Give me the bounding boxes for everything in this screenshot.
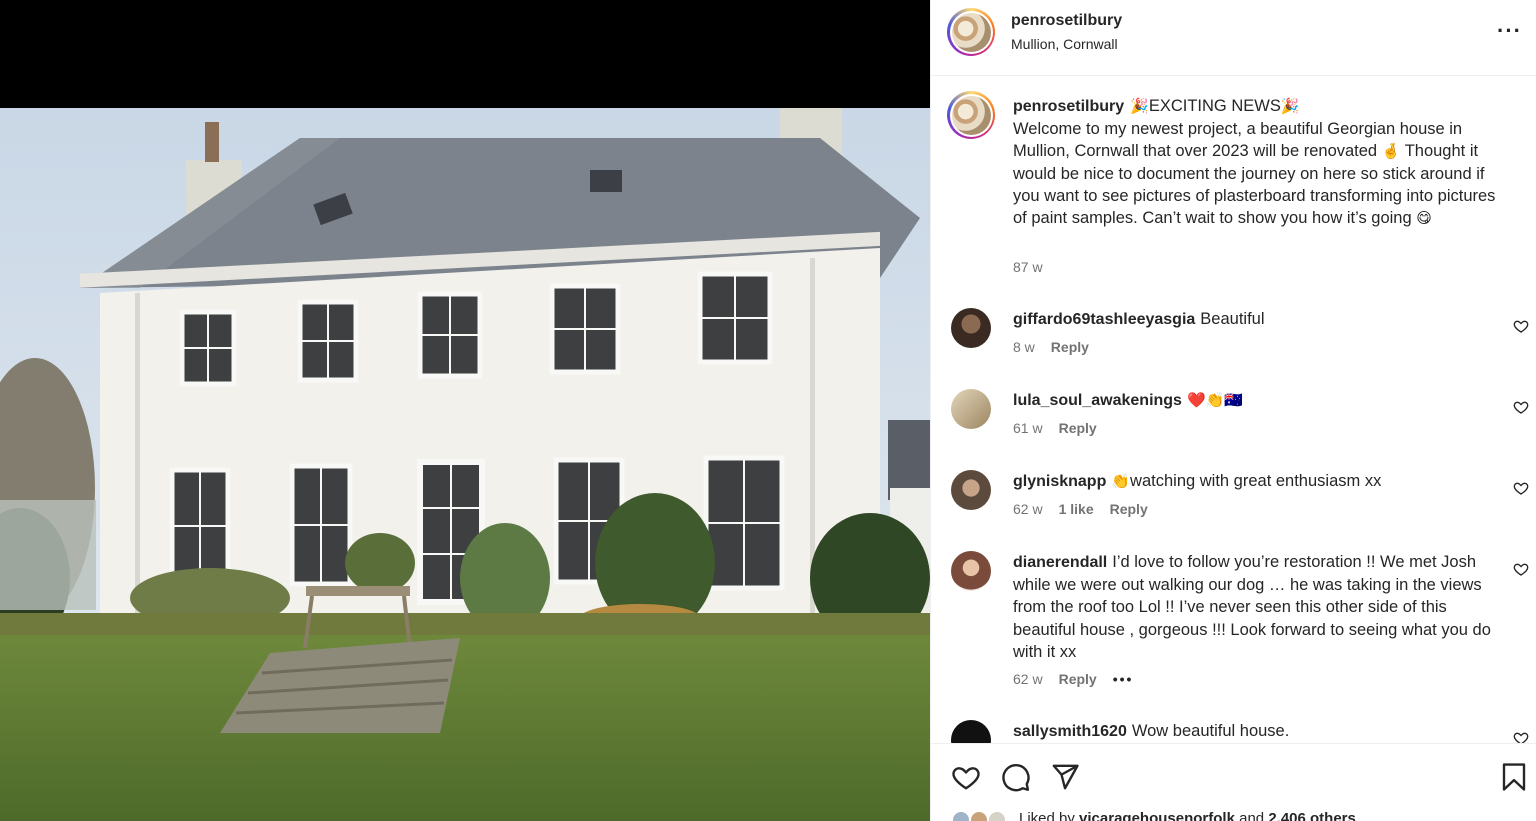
commenter-username[interactable]: dianerendall	[1013, 554, 1107, 571]
comment-item: lula_soul_awakenings ❤️👏🇦🇺 61 w Reply	[931, 389, 1536, 449]
comment-meta: 62 w 1 like Reply	[1013, 501, 1148, 517]
heart-icon[interactable]	[1513, 480, 1529, 496]
comment-meta: 61 w Reply	[1013, 420, 1097, 436]
comment-meta: 62 w Reply •••	[1013, 671, 1133, 687]
likes-middle: and	[1239, 810, 1265, 821]
caption-username[interactable]: penrosetilbury	[1013, 98, 1124, 115]
heart-icon[interactable]	[1513, 730, 1529, 743]
comment-body: watching with great enthusiasm xx	[1130, 472, 1382, 490]
post-detail-panel: penrosetilbury Mullion, Cornwall ··· pen…	[930, 0, 1536, 821]
more-options-icon[interactable]: ···	[1497, 20, 1521, 42]
commenter-username[interactable]: sallysmith1620	[1013, 723, 1127, 740]
comment-item: sallysmith1620 Wow beautiful house.	[931, 720, 1536, 743]
post-media[interactable]	[0, 0, 930, 821]
post-actions-bar: Liked by vicaragehousenorfolk and 2,406 …	[931, 743, 1536, 821]
heart-icon[interactable]	[951, 762, 981, 792]
yum-emoji: 😋	[1416, 209, 1432, 228]
comments-section[interactable]: penrosetilbury 🎉EXCITING NEWS🎉 Welcome to…	[931, 77, 1536, 743]
commenter-avatar[interactable]	[951, 308, 991, 348]
clap-emoji: 👏	[1111, 472, 1131, 490]
caption-title: EXCITING NEWS	[1148, 97, 1281, 115]
bookmark-icon[interactable]	[1499, 762, 1529, 792]
comment-body: Wow beautiful house.	[1131, 722, 1290, 740]
comment-body: Beautiful	[1200, 310, 1265, 328]
commenter-avatar[interactable]	[951, 551, 991, 591]
reply-button[interactable]: Reply	[1110, 501, 1148, 517]
comment-likes[interactable]: 1 like	[1059, 501, 1094, 517]
author-username[interactable]: penrosetilbury	[1011, 12, 1122, 30]
heart-icon[interactable]	[1513, 561, 1529, 577]
comment-options-icon[interactable]: •••	[1113, 671, 1134, 687]
post-header: penrosetilbury Mullion, Cornwall ···	[931, 0, 1536, 76]
post-location[interactable]: Mullion, Cornwall	[1011, 36, 1118, 52]
comment-item: dianerendall I’d love to follow you’re re…	[931, 551, 1536, 691]
commenter-avatar[interactable]	[951, 720, 991, 743]
caption-time: 87 w	[1013, 259, 1043, 275]
heart-clap-flag-emoji: ❤️👏🇦🇺	[1186, 391, 1243, 409]
comment-time: 8 w	[1013, 339, 1035, 355]
comment-text: lula_soul_awakenings ❤️👏🇦🇺	[1013, 389, 1503, 412]
caption-author-avatar[interactable]	[947, 91, 995, 139]
comment-time: 61 w	[1013, 420, 1043, 436]
reply-button[interactable]: Reply	[1059, 420, 1097, 436]
comment-text: dianerendall I’d love to follow you’re re…	[1013, 551, 1503, 663]
reply-button[interactable]: Reply	[1059, 671, 1097, 687]
comment-time: 62 w	[1013, 501, 1043, 517]
likes-summary[interactable]: Liked by vicaragehousenorfolk and 2,406 …	[951, 810, 1531, 821]
comment-meta: 8 w Reply	[1013, 339, 1089, 355]
comment-text: glynisknapp 👏watching with great enthusia…	[1013, 470, 1503, 493]
party-emoji: 🎉	[1130, 97, 1149, 115]
paper-plane-icon[interactable]	[1050, 762, 1080, 792]
heart-icon[interactable]	[1513, 399, 1529, 415]
comment-item: glynisknapp 👏watching with great enthusia…	[931, 470, 1536, 530]
likes-count[interactable]: 2,406 others	[1268, 810, 1356, 821]
commenter-avatar[interactable]	[951, 389, 991, 429]
liker-username[interactable]: vicaragehousenorfolk	[1079, 810, 1235, 821]
heart-icon[interactable]	[1513, 318, 1529, 334]
commenter-username[interactable]: glynisknapp	[1013, 473, 1106, 490]
party-emoji: 🎉	[1280, 97, 1300, 115]
commenter-username[interactable]: giffardo69tashleeyasgia	[1013, 311, 1195, 328]
author-avatar[interactable]	[947, 8, 995, 56]
liker-avatars	[951, 810, 1009, 821]
commenter-username[interactable]: lula_soul_awakenings	[1013, 392, 1182, 409]
comment-text: giffardo69tashleeyasgia Beautiful	[1013, 308, 1503, 331]
post-photo-house	[0, 108, 930, 821]
crossed-fingers-emoji: 🤞	[1381, 142, 1401, 161]
comment-item: giffardo69tashleeyasgia Beautiful 8 w Repl…	[931, 308, 1536, 368]
commenter-avatar[interactable]	[951, 470, 991, 510]
reply-button[interactable]: Reply	[1051, 339, 1089, 355]
caption-text: penrosetilbury 🎉EXCITING NEWS🎉 Welcome to…	[1013, 95, 1513, 229]
likes-prefix: Liked by	[1019, 810, 1075, 821]
comment-time: 62 w	[1013, 671, 1043, 687]
comment-icon[interactable]	[1001, 762, 1031, 792]
comment-text: sallysmith1620 Wow beautiful house.	[1013, 720, 1503, 743]
